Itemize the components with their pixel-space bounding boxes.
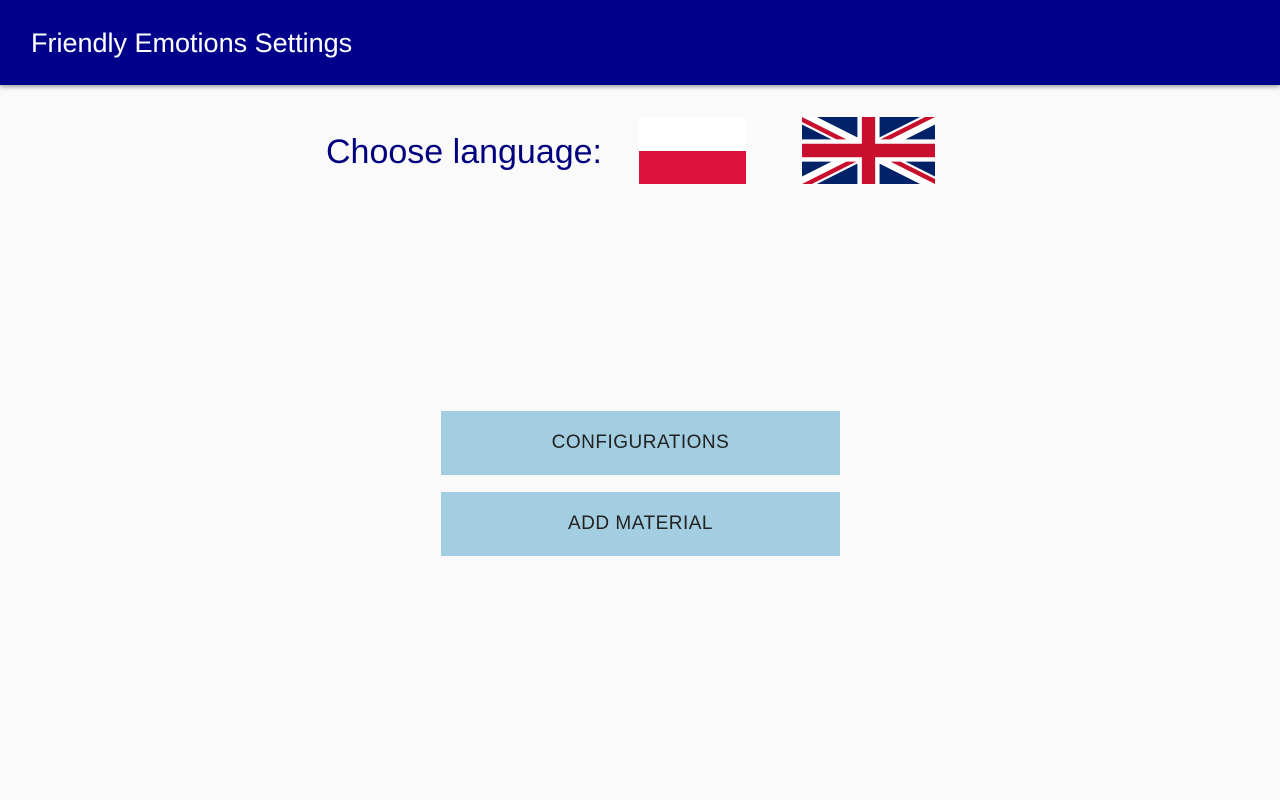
- uk-flag-graphic: [802, 117, 935, 184]
- poland-flag-white-stripe: [639, 117, 746, 151]
- app-title: Friendly Emotions Settings: [31, 28, 353, 58]
- poland-flag-red-stripe: [639, 150, 746, 184]
- poland-flag-icon[interactable]: [639, 117, 746, 184]
- add-material-button[interactable]: ADD MATERIAL: [441, 492, 840, 556]
- uk-flag-icon[interactable]: [802, 117, 935, 184]
- choose-language-label: Choose language:: [326, 133, 603, 171]
- app-bar: Friendly Emotions Settings: [0, 0, 1280, 85]
- configurations-button[interactable]: CONFIGURATIONS: [441, 411, 840, 475]
